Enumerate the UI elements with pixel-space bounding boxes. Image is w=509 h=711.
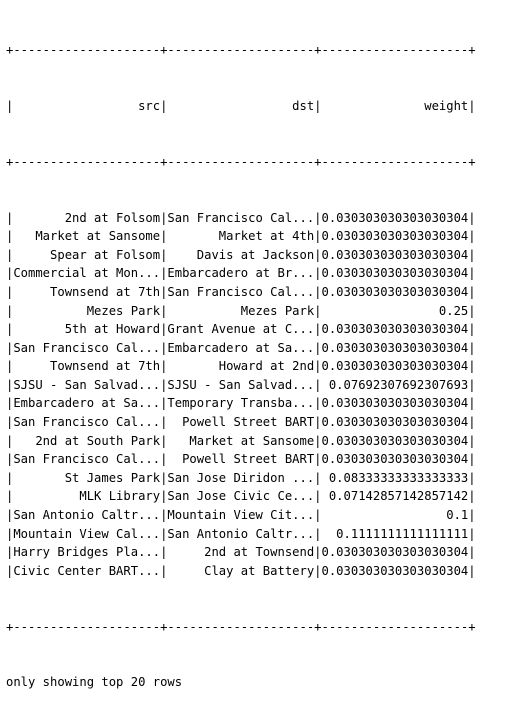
table-row: | 2nd at South Park| Market at Sansome|0… xyxy=(6,433,476,448)
table-row: |Embarcadero at Sa...|Temporary Transba.… xyxy=(6,396,476,411)
table-row: | 5th at Howard|Grant Avenue at C...|0.0… xyxy=(6,322,476,337)
table-row: | 2nd at Folsom|San Francisco Cal...|0.0… xyxy=(6,210,476,225)
table-border-top: +--------------------+------------------… xyxy=(6,43,476,58)
table-row: | Townsend at 7th|San Francisco Cal...|0… xyxy=(6,284,476,299)
table-row: | St James Park|San Jose Diridon ...| 0.… xyxy=(6,470,476,485)
table-row: |San Francisco Cal...| Powell Street BAR… xyxy=(6,452,476,467)
table-body: | 2nd at Folsom|San Francisco Cal...|0.0… xyxy=(6,209,506,581)
table-row: |SJSU - San Salvad...|SJSU - San Salvad.… xyxy=(6,377,476,392)
table-row: | Spear at Folsom| Davis at Jackson|0.03… xyxy=(6,247,476,262)
table-row: | Mezes Park| Mezes Park| 0.25| xyxy=(6,303,476,318)
table-row: |Harry Bridges Pla...| 2nd at Townsend|0… xyxy=(6,545,476,560)
table-header-row: | src| dst| weight| xyxy=(6,98,476,113)
table-row: |Commercial at Mon...|Embarcadero at Br.… xyxy=(6,266,476,281)
table-border-bottom: +--------------------+------------------… xyxy=(6,619,476,634)
table-row: |San Antonio Caltr...|Mountain View Cit.… xyxy=(6,508,476,523)
table-footer-note: only showing top 20 rows xyxy=(6,675,183,690)
console-output: +--------------------+------------------… xyxy=(6,4,506,711)
table-header-separator: +--------------------+------------------… xyxy=(6,154,476,169)
table-row: | Townsend at 7th| Howard at 2nd|0.03030… xyxy=(6,359,476,374)
table-row: |Civic Center BART...| Clay at Battery|0… xyxy=(6,563,476,578)
table-row: |San Francisco Cal...|Embarcadero at Sa.… xyxy=(6,340,476,355)
table-row: |San Francisco Cal...| Powell Street BAR… xyxy=(6,415,476,430)
table-row: | MLK Library|San Jose Civic Ce...| 0.07… xyxy=(6,489,476,504)
table-row: | Market at Sansome| Market at 4th|0.030… xyxy=(6,229,476,244)
table-row: |Mountain View Cal...|San Antonio Caltr.… xyxy=(6,526,476,541)
